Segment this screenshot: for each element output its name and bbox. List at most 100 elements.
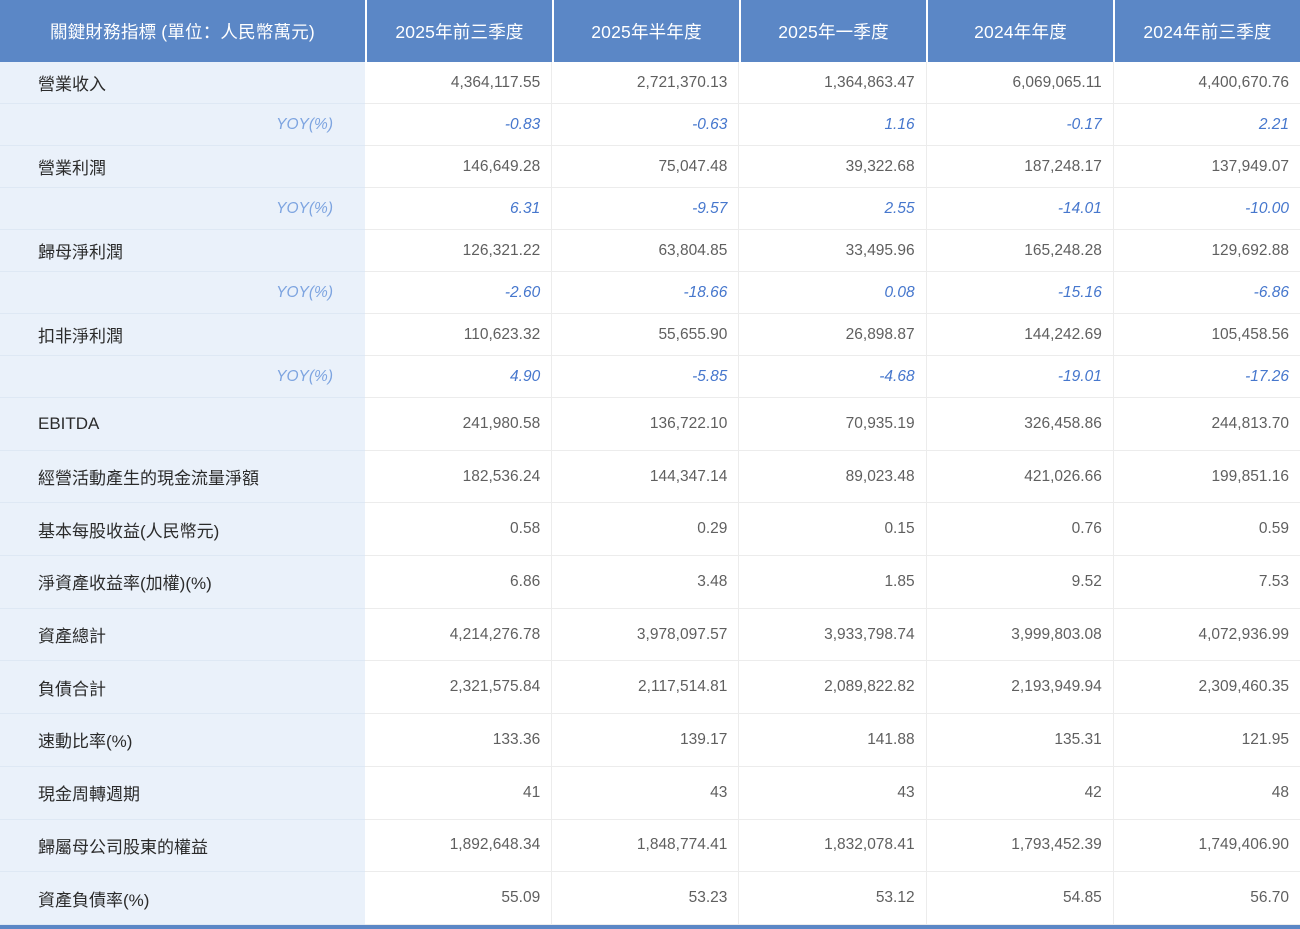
- metric-value: -2.60: [365, 272, 552, 314]
- metric-value: 3,999,803.08: [925, 608, 1113, 662]
- metric-value: 1.16: [738, 104, 926, 146]
- table-row: 資產總計 4,214,276.78 3,978,097.57 3,933,798…: [0, 608, 1300, 662]
- table-row: 淨資產收益率(加權)(%) 6.86 3.48 1.85 9.52 7.53: [0, 556, 1300, 609]
- metric-value: -10.00: [1112, 188, 1300, 230]
- metric-value: 1,892,648.34: [365, 819, 552, 873]
- metric-value: 136,722.10: [551, 398, 739, 451]
- table-row: 經營活動產生的現金流量淨額 182,536.24 144,347.14 89,0…: [0, 450, 1300, 504]
- table-row: 資產負債率(%) 55.09 53.23 53.12 54.85 56.70: [0, 872, 1300, 925]
- metric-value: -18.66: [551, 272, 739, 314]
- metric-value: 2,321,575.84: [365, 661, 552, 715]
- metric-value: 2,089,822.82: [738, 661, 926, 715]
- metric-value: 1,793,452.39: [925, 819, 1113, 873]
- metric-value: 146,649.28: [365, 146, 552, 188]
- period-column-header-5: 2024年前三季度: [1113, 0, 1300, 62]
- metric-value: -0.63: [551, 104, 739, 146]
- table-row: YOY(%) -0.83 -0.63 1.16 -0.17 2.21: [0, 104, 1300, 146]
- metric-value: 1.85: [738, 556, 926, 609]
- yoy-label: YOY(%): [0, 188, 365, 230]
- metric-value: 33,495.96: [738, 230, 926, 272]
- metric-value: -6.86: [1112, 272, 1300, 314]
- metric-value: 0.58: [365, 503, 552, 557]
- metric-column-header: 關鍵財務指標 (單位：人民幣萬元): [50, 21, 315, 42]
- metric-value: 2,117,514.81: [551, 661, 739, 715]
- metric-value: 241,980.58: [365, 398, 552, 451]
- table-row: 負債合計 2,321,575.84 2,117,514.81 2,089,822…: [0, 661, 1300, 715]
- metric-value: 1,832,078.41: [738, 819, 926, 873]
- metric-value: -5.85: [551, 356, 739, 398]
- table-header-row: 關鍵財務指標 (單位：人民幣萬元) 2025年前三季度 2025年半年度 202…: [0, 0, 1300, 62]
- metric-value: 43: [738, 766, 926, 820]
- table-row: 歸屬母公司股東的權益 1,892,648.34 1,848,774.41 1,8…: [0, 819, 1300, 873]
- metric-value: -15.16: [925, 272, 1113, 314]
- table-row: YOY(%) -2.60 -18.66 0.08 -15.16 -6.86: [0, 272, 1300, 314]
- metric-value: -17.26: [1112, 356, 1300, 398]
- metric-value: 2,721,370.13: [551, 62, 739, 104]
- metric-value: -0.83: [365, 104, 552, 146]
- table-row: 營業收入 4,364,117.55 2,721,370.13 1,364,863…: [0, 62, 1300, 104]
- metric-value: -0.17: [925, 104, 1113, 146]
- metric-value: 1,848,774.41: [551, 819, 739, 873]
- metric-value: 326,458.86: [925, 398, 1113, 451]
- metric-value: 53.23: [551, 872, 739, 925]
- metric-value: 244,813.70: [1112, 398, 1300, 451]
- metric-label: 營業利潤: [0, 146, 365, 188]
- table-row: EBITDA 241,980.58 136,722.10 70,935.19 3…: [0, 398, 1300, 451]
- metric-label: 資產總計: [0, 608, 365, 662]
- period-column-header-3: 2025年一季度: [739, 0, 926, 62]
- yoy-label: YOY(%): [0, 104, 365, 146]
- metric-value: 54.85: [925, 872, 1113, 925]
- metric-value: 2,193,949.94: [925, 661, 1113, 715]
- metric-label: 基本每股收益(人民幣元): [0, 503, 365, 557]
- metric-value: -4.68: [738, 356, 926, 398]
- metric-value: 4,072,936.99: [1112, 608, 1300, 662]
- metric-value: 105,458.56: [1112, 314, 1300, 356]
- metric-value: 139.17: [551, 714, 739, 767]
- period-column-header-1: 2025年前三季度: [365, 0, 552, 62]
- metric-label: 負債合計: [0, 661, 365, 715]
- metric-label: 營業收入: [0, 62, 365, 104]
- metric-label: EBITDA: [0, 398, 365, 451]
- metric-value: 4,400,670.76: [1112, 62, 1300, 104]
- metric-value: 6.31: [365, 188, 552, 230]
- metric-value: -19.01: [925, 356, 1113, 398]
- metric-value: 53.12: [738, 872, 926, 925]
- metric-value: 7.53: [1112, 556, 1300, 609]
- yoy-label: YOY(%): [0, 356, 365, 398]
- table-row: 歸母淨利潤 126,321.22 63,804.85 33,495.96 165…: [0, 230, 1300, 272]
- metric-value: 4.90: [365, 356, 552, 398]
- metric-label: 淨資產收益率(加權)(%): [0, 556, 365, 609]
- metric-value: 0.29: [551, 503, 739, 557]
- metric-value: 6.86: [365, 556, 552, 609]
- table-row: 扣非淨利潤 110,623.32 55,655.90 26,898.87 144…: [0, 314, 1300, 356]
- metric-value: 70,935.19: [738, 398, 926, 451]
- metric-value: 144,242.69: [925, 314, 1113, 356]
- metric-value: 182,536.24: [365, 450, 552, 504]
- metric-value: 2.21: [1112, 104, 1300, 146]
- metric-value: 2.55: [738, 188, 926, 230]
- metric-value: 0.08: [738, 272, 926, 314]
- metric-value: 3,978,097.57: [551, 608, 739, 662]
- period-column-header-4: 2024年年度: [926, 0, 1113, 62]
- table-row: 現金周轉週期 41 43 43 42 48: [0, 766, 1300, 820]
- metric-label: 現金周轉週期: [0, 766, 365, 820]
- metric-value: 133.36: [365, 714, 552, 767]
- metric-value: 144,347.14: [551, 450, 739, 504]
- metric-value: 187,248.17: [925, 146, 1113, 188]
- metric-value: 63,804.85: [551, 230, 739, 272]
- metric-value: 9.52: [925, 556, 1113, 609]
- metric-value: 129,692.88: [1112, 230, 1300, 272]
- metric-value: 1,749,406.90: [1112, 819, 1300, 873]
- bottom-accent-bar: [0, 925, 1300, 929]
- metric-value: 0.15: [738, 503, 926, 557]
- metric-value: 1,364,863.47: [738, 62, 926, 104]
- metric-value: 135.31: [925, 714, 1113, 767]
- metric-label: 扣非淨利潤: [0, 314, 365, 356]
- metric-value: 48: [1112, 766, 1300, 820]
- metric-value: 4,364,117.55: [365, 62, 552, 104]
- metric-value: 141.88: [738, 714, 926, 767]
- metric-value: 199,851.16: [1112, 450, 1300, 504]
- metric-value: 3,933,798.74: [738, 608, 926, 662]
- metric-value: 2,309,460.35: [1112, 661, 1300, 715]
- financial-table: 關鍵財務指標 (單位：人民幣萬元) 2025年前三季度 2025年半年度 202…: [0, 0, 1300, 929]
